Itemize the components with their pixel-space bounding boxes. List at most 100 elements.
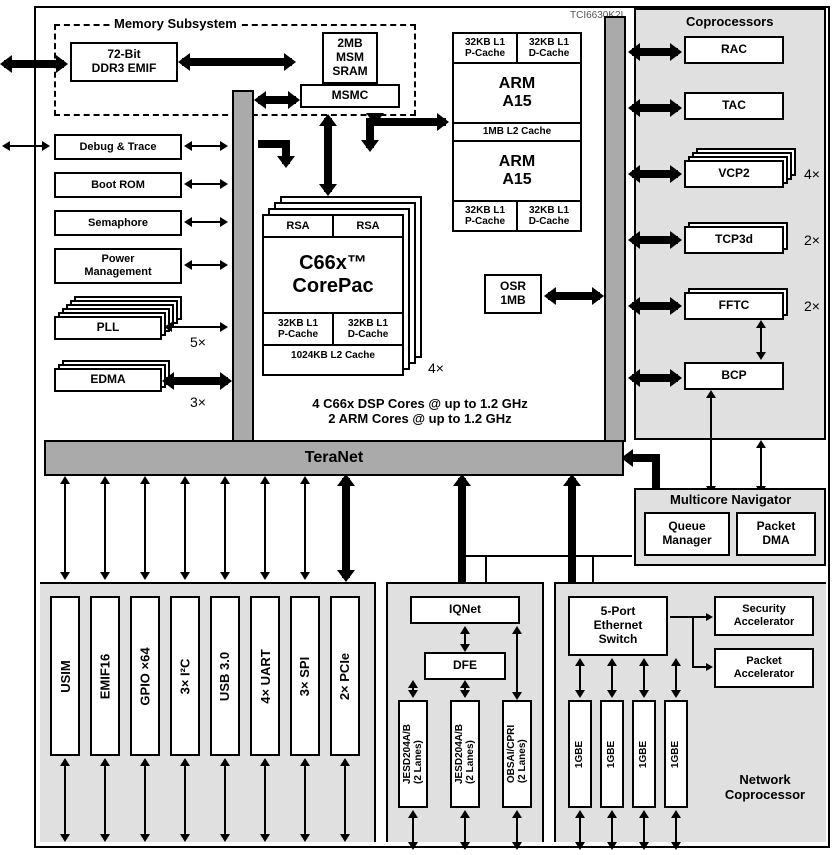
msmc: MSMC [300,84,400,108]
coprocessors-title: Coprocessors [686,14,773,29]
arm-top-l1d: 32KB L1 D-Cache [518,34,580,64]
bcp: BCP [684,362,784,390]
gbe1: 1GBE [568,700,592,808]
rac: RAC [684,36,784,64]
packet-dma: Packet DMA [736,512,816,556]
arrow [4,60,64,68]
arrow [166,377,228,385]
teranet-label: TeraNet [305,449,363,467]
semaphore: Semaphore [54,210,182,236]
pll-mult: 5× [190,334,206,350]
arrow [579,812,581,848]
arrow [4,145,48,147]
power-mgmt: Power Management [54,248,182,284]
obsai-cpri: OBSAI/CPRI (2 Lanes) [502,700,532,808]
corepac-l1p: 32KB L1 P-Cache [264,312,334,344]
arrow [643,812,645,848]
arrow [675,812,677,848]
arrow [186,183,226,185]
arrow [611,812,613,848]
corepac-l1d: 32KB L1 D-Cache [334,312,402,344]
queue-manager: Queue Manager [644,512,730,556]
corepac-mult: 4× [428,360,444,376]
arrow [568,478,576,594]
arrow [224,478,226,578]
memory-subsystem-title: Memory Subsystem [110,16,241,31]
i2c: 3× I²C [170,596,200,756]
spi: 3× SPI [290,596,320,756]
arrow [342,478,350,578]
arrow [166,326,226,328]
vcp2: VCP2 [684,160,784,188]
soc-diagram: TCI6630K2L TeraNet Memory Subsystem 72-B… [0,0,836,855]
fftc: FFTC [684,292,784,320]
arrow [760,442,762,492]
arrow [104,478,106,578]
arrow [412,812,414,848]
teranet-stub-left [232,90,254,442]
arm-top-l1p: 32KB L1 P-Cache [454,34,518,64]
arrow [464,682,466,696]
arrow [643,660,645,696]
eth-switch: 5-Port Ethernet Switch [568,596,668,656]
line [692,616,694,668]
arrow [611,660,613,696]
arm-l2: 1MB L2 Cache [454,122,580,142]
arm-a15-2: ARM A15 [499,142,535,200]
arrow-head [706,613,713,621]
arrow [710,392,712,492]
arm-a15-1: ARM A15 [499,64,535,122]
teranet-bar: TeraNet [44,440,624,476]
arrow [64,760,66,840]
vcp2-stack: VCP2 [684,148,796,188]
arrow [516,628,518,698]
tcp3d-mult: 2× [804,232,820,248]
arrow [184,478,186,578]
osr: OSR 1MB [484,274,542,314]
line [462,555,632,557]
arm-cluster: 32KB L1 P-Cache 32KB L1 D-Cache ARM A15 … [452,32,582,232]
corepac: RSA RSA C66x™ CorePac 32KB L1 P-Cache 32… [262,214,404,376]
arrow [675,660,677,696]
iqnet: IQNet [410,596,520,624]
jesd1: JESD204A/B (2 Lanes) [398,700,428,808]
arrow [64,478,66,578]
arrow [516,812,518,848]
emif16: EMIF16 [90,596,120,756]
arrow [458,478,466,594]
msm-sram: 2MB MSM SRAM [322,32,378,84]
fftc-stack: FFTC [684,288,792,324]
boot-rom: Boot ROM [54,172,182,198]
arrow [182,58,292,66]
edma: EDMA [54,368,162,392]
arrow [632,236,678,244]
arrow-head [706,663,713,671]
arrow [264,478,266,578]
arrow [186,145,226,147]
arrow [412,682,414,696]
ddr3-emif: 72-Bit DDR3 EMIF [70,42,178,82]
arrow [144,478,146,578]
gbe4: 1GBE [664,700,688,808]
arrow-head [361,140,379,152]
tcp3d-stack: TCP3d [684,222,792,258]
arrow [304,760,306,840]
arrow [144,760,146,840]
arm-bot-l1d: 32KB L1 D-Cache [518,200,580,230]
gbe3: 1GBE [632,700,656,808]
navigator-title: Multicore Navigator [670,492,791,507]
fftc-mult: 2× [804,298,820,314]
pll: PLL [54,316,162,340]
tcp3d: TCP3d [684,226,784,254]
arrow [464,628,466,650]
arrow [579,660,581,696]
corepac-title: C66x™ CorePac [292,238,373,312]
rsa2: RSA [334,216,402,238]
gbe2: 1GBE [600,700,624,808]
netcp-title: Network Coprocessor [710,772,820,802]
corepac-l2: 1024KB L2 Cache [264,344,402,366]
arrow-head [277,156,295,168]
core-summary: 4 C66x DSP Cores @ up to 1.2 GHz 2 ARM C… [230,396,610,426]
debug-trace: Debug & Trace [54,134,182,160]
teranet-stub-right [604,16,626,442]
